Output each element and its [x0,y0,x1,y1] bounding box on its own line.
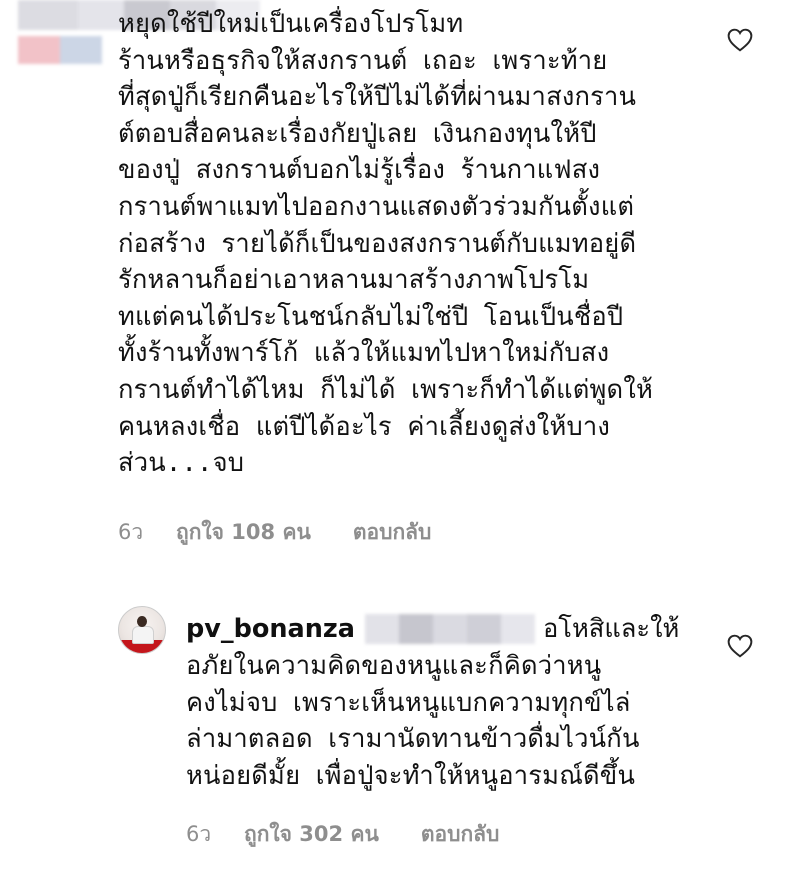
timestamp: 6ว [186,822,212,846]
comment-meta: 6ว ถูกใจ 108 คน ตอบกลับ [118,516,431,549]
comment-text: หยุดใช้ปีใหม่เป็นเครื่องโปรโมท ร้านหรือธ… [118,9,653,479]
heart-outline-icon[interactable] [727,28,753,52]
reply-button[interactable]: ตอบกลับ [421,818,500,851]
like-count[interactable]: ถูกใจ 302 คน [244,818,379,851]
reply-header: pv_bonanza อโหสิและให้ [186,610,679,648]
comment-item: หยุดใช้ปีใหม่เป็นเครื่องโปรโมท ร้านหรือธ… [0,0,800,560]
heart-outline-icon[interactable] [727,634,753,658]
comment-meta: 6ว ถูกใจ 302 คน ตอบกลับ [186,818,499,851]
censored-mention [364,614,535,644]
avatar[interactable] [118,606,166,654]
reply-button[interactable]: ตอบกลับ [353,516,432,549]
timestamp: 6ว [118,520,144,544]
username[interactable]: pv_bonanza [186,614,355,644]
comment-text: อภัยในความคิดของหนูและก็คิดว่าหนู คงไม่จ… [186,651,640,791]
like-count[interactable]: ถูกใจ 108 คน [176,516,311,549]
reply-first-line: อโหสิและให้ [542,614,680,644]
reply-comment-item: pv_bonanza อโหสิและให้ อภัยในความคิดของห… [0,596,800,866]
